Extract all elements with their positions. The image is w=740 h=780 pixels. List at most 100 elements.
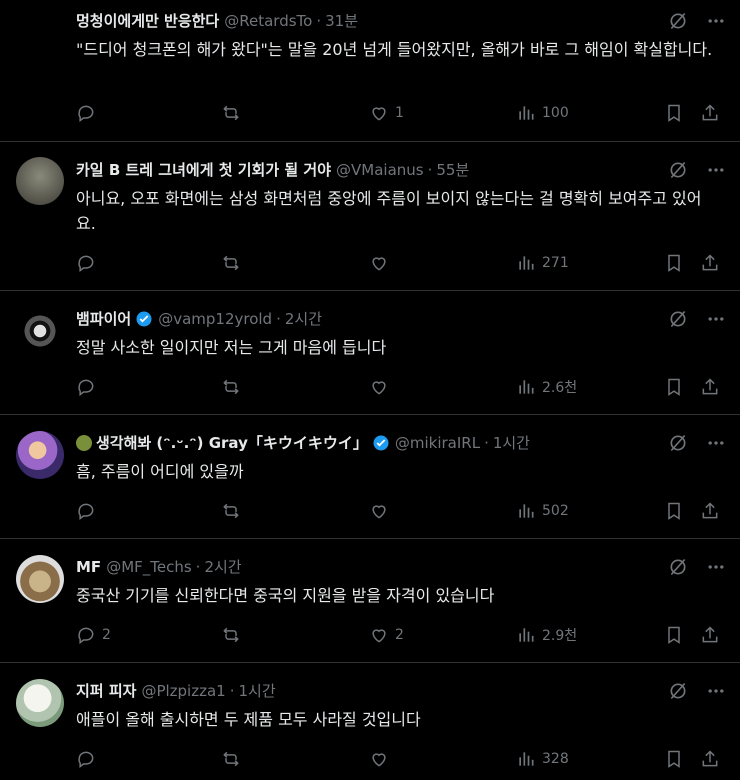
- reply-button[interactable]: [76, 749, 102, 769]
- view-count: 502: [542, 503, 569, 519]
- tweet[interactable]: 뱀파이어 @vamp12yrold · 2시간 정말 사소한 일이지만 저는 그…: [0, 291, 740, 415]
- tweet[interactable]: 생각해봐 (ᵔ.ᵕ.ᵔ) Gray「キウイキウイ」 @mikiraIRL · 1…: [0, 415, 740, 539]
- more-options-icon[interactable]: [706, 433, 726, 457]
- repost-button[interactable]: [221, 749, 241, 769]
- bookmark-button[interactable]: [664, 501, 684, 521]
- bookmark-button[interactable]: [664, 749, 684, 769]
- repost-button[interactable]: [221, 501, 241, 521]
- like-count: 2: [395, 627, 404, 643]
- like-button[interactable]: [369, 253, 395, 273]
- more-options-icon[interactable]: [706, 11, 726, 35]
- view-count: 328: [542, 751, 569, 767]
- avatar[interactable]: [16, 431, 64, 479]
- grok-icon[interactable]: [668, 309, 688, 333]
- tweet-actions: 1 100: [76, 103, 728, 125]
- avatar[interactable]: [16, 307, 64, 355]
- grok-icon[interactable]: [668, 11, 688, 35]
- more-options-icon[interactable]: [706, 557, 726, 581]
- more-options-icon[interactable]: [706, 160, 726, 184]
- reply-button[interactable]: [76, 253, 102, 273]
- bookmark-button[interactable]: [664, 625, 684, 645]
- reply-button[interactable]: [76, 501, 102, 521]
- bookmark-button[interactable]: [664, 253, 684, 273]
- tweet-text: 중국산 기기를 신뢰한다면 중국의 지원을 받을 자격이 있습니다: [76, 586, 495, 605]
- repost-button[interactable]: [221, 253, 241, 273]
- display-name[interactable]: 생각해봐 (ᵔ.ᵕ.ᵔ) Gray「キウイキウイ」: [96, 432, 368, 453]
- timestamp[interactable]: 55분: [436, 159, 469, 180]
- repost-button[interactable]: [221, 625, 241, 645]
- share-button[interactable]: [700, 377, 720, 397]
- timestamp[interactable]: 1시간: [493, 432, 530, 453]
- tweet-top-icons: [668, 160, 726, 184]
- tweet-top-icons: [668, 309, 726, 333]
- views-button[interactable]: 100: [516, 103, 569, 123]
- avatar[interactable]: [16, 555, 64, 603]
- like-button[interactable]: 1: [369, 103, 404, 123]
- share-button[interactable]: [700, 749, 720, 769]
- timestamp[interactable]: 1시간: [238, 680, 275, 701]
- user-handle[interactable]: @Plzpizza1: [141, 682, 225, 700]
- like-button[interactable]: [369, 501, 395, 521]
- user-handle[interactable]: @RetardsTo: [224, 12, 312, 30]
- timestamp[interactable]: 31분: [325, 10, 358, 31]
- tweet-header: MF @MF_Techs · 2시간: [76, 556, 644, 577]
- separator-dot: ·: [229, 681, 235, 700]
- reply-button[interactable]: [76, 103, 102, 123]
- display-name[interactable]: 뱀파이어: [76, 308, 131, 329]
- avatar[interactable]: [16, 157, 64, 205]
- bookmark-button[interactable]: [664, 103, 684, 123]
- reply-button[interactable]: 2: [76, 625, 111, 645]
- share-button[interactable]: [700, 103, 720, 123]
- user-handle[interactable]: @VMaianus: [336, 161, 424, 179]
- display-name[interactable]: 지퍼 피자: [76, 680, 136, 701]
- like-button[interactable]: [369, 749, 395, 769]
- grok-icon[interactable]: [668, 681, 688, 705]
- avatar[interactable]: [16, 679, 64, 727]
- view-count: 271: [542, 255, 569, 271]
- tweet[interactable]: 지퍼 피자 @Plzpizza1 · 1시간 애플이 올해 출시하면 두 제품 …: [0, 663, 740, 780]
- more-options-icon[interactable]: [706, 309, 726, 333]
- tweet[interactable]: 카일 B 트레 그녀에게 첫 기회가 될 거야 @VMaianus · 55분 …: [0, 142, 740, 291]
- repost-button[interactable]: [221, 103, 241, 123]
- tweet-top-icons: [668, 433, 726, 457]
- like-count: 1: [395, 105, 404, 121]
- user-handle[interactable]: @vamp12yrold: [158, 310, 272, 328]
- views-button[interactable]: 2.6천: [516, 377, 577, 397]
- share-button[interactable]: [700, 501, 720, 521]
- views-button[interactable]: 328: [516, 749, 569, 769]
- tweet-actions: 328: [76, 749, 728, 771]
- grok-icon[interactable]: [668, 160, 688, 184]
- user-handle[interactable]: @mikiraIRL: [395, 434, 480, 452]
- views-button[interactable]: 271: [516, 253, 569, 273]
- display-name[interactable]: 카일 B 트레 그녀에게 첫 기회가 될 거야: [76, 159, 331, 180]
- tweet-actions: 2 2 2.9천: [76, 625, 728, 647]
- user-handle[interactable]: @MF_Techs: [106, 558, 191, 576]
- like-button[interactable]: [369, 377, 395, 397]
- tweet-actions: 2.6천: [76, 377, 728, 399]
- reply-button[interactable]: [76, 377, 102, 397]
- more-options-icon[interactable]: [706, 681, 726, 705]
- tweet[interactable]: MF @MF_Techs · 2시간 중국산 기기를 신뢰한다면 중국의 지원을…: [0, 539, 740, 663]
- tweet-header: 멍청이에게만 반응한다 @RetardsTo · 31분: [76, 10, 644, 31]
- bookmark-button[interactable]: [664, 377, 684, 397]
- like-button[interactable]: 2: [369, 625, 404, 645]
- tweet-actions: 271: [76, 253, 728, 275]
- tweet[interactable]: 멍청이에게만 반응한다 @RetardsTo · 31분 "드디어 청크폰의 해…: [0, 0, 740, 142]
- display-name[interactable]: MF: [76, 558, 101, 576]
- tweet-header: 뱀파이어 @vamp12yrold · 2시간: [76, 308, 644, 329]
- timestamp[interactable]: 2시간: [285, 308, 322, 329]
- tweet-header: 생각해봐 (ᵔ.ᵕ.ᵔ) Gray「キウイキウイ」 @mikiraIRL · 1…: [76, 432, 644, 453]
- view-count: 100: [542, 105, 569, 121]
- tweet-text: 정말 사소한 일이지만 저는 그게 마음에 듭니다: [76, 338, 387, 357]
- display-name[interactable]: 멍청이에게만 반응한다: [76, 10, 219, 31]
- timestamp[interactable]: 2시간: [204, 556, 241, 577]
- grok-icon[interactable]: [668, 557, 688, 581]
- views-button[interactable]: 502: [516, 501, 569, 521]
- reply-feed: 멍청이에게만 반응한다 @RetardsTo · 31분 "드디어 청크폰의 해…: [0, 0, 740, 780]
- share-button[interactable]: [700, 625, 720, 645]
- grok-icon[interactable]: [668, 433, 688, 457]
- repost-button[interactable]: [221, 377, 241, 397]
- tweet-text: 아니요, 오포 화면에는 삼성 화면처럼 중앙에 주름이 보이지 않는다는 걸 …: [76, 189, 702, 233]
- share-button[interactable]: [700, 253, 720, 273]
- views-button[interactable]: 2.9천: [516, 625, 577, 645]
